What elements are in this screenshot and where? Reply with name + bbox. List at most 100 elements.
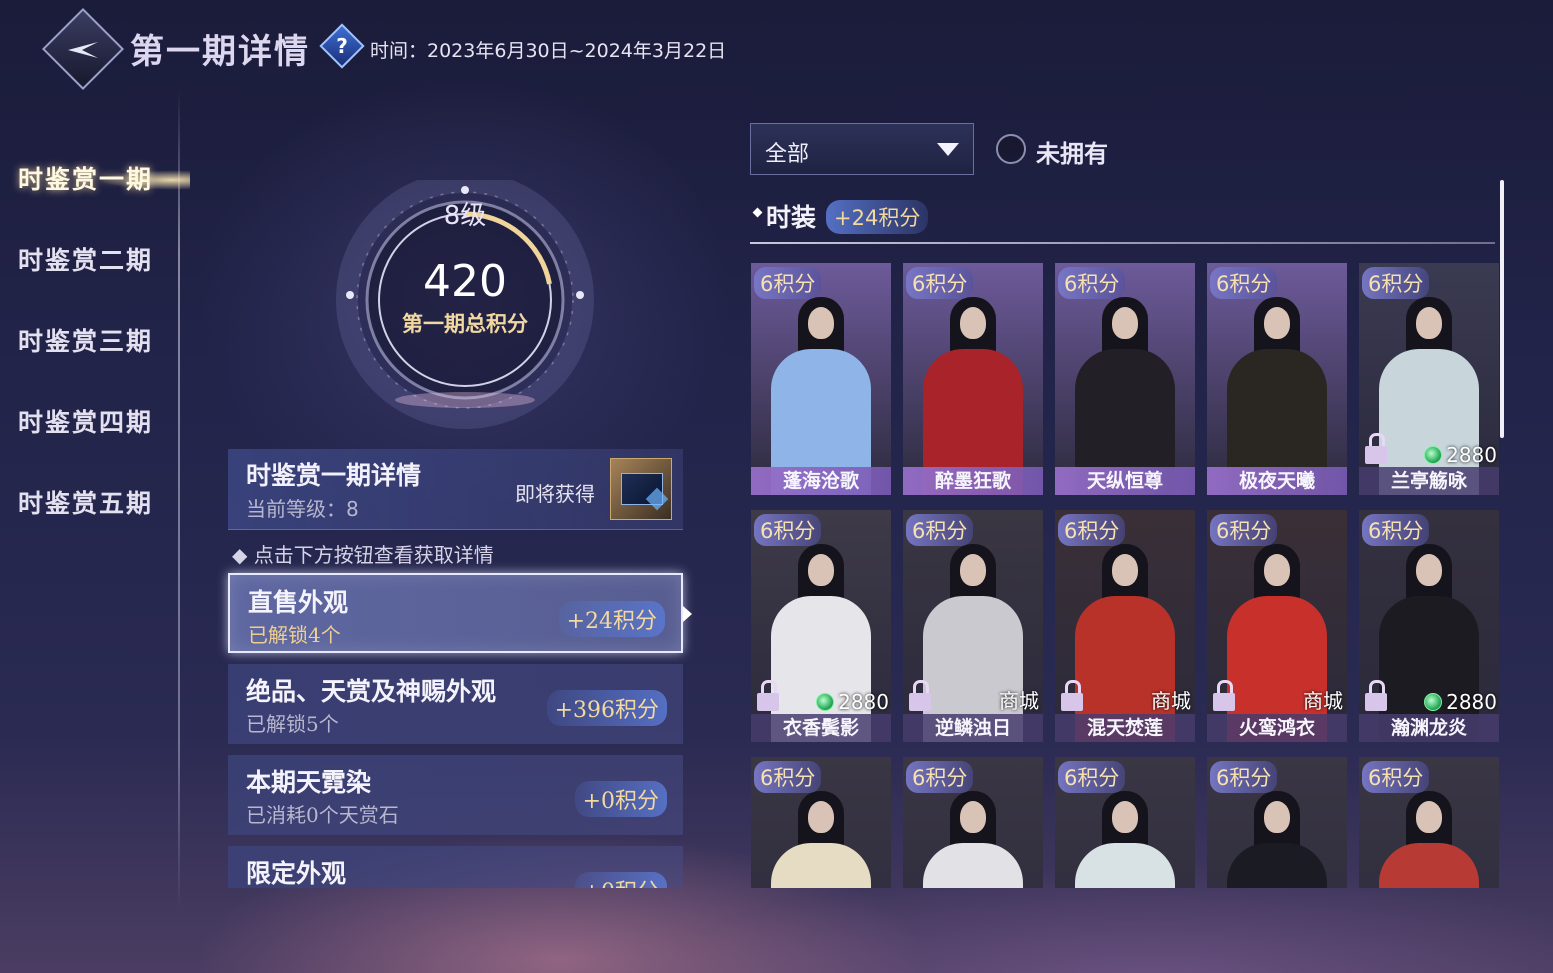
category-points-badge: +396积分 [546,690,667,726]
back-button[interactable] [41,7,125,91]
help-icon[interactable]: ? [319,23,365,69]
period-detail-level: 当前等级：8 [246,497,359,521]
unowned-radio[interactable] [996,134,1026,164]
active-category-arrow-icon [683,606,692,622]
category-title: 直售外观 [248,588,349,617]
jade-currency-icon [1424,446,1443,464]
outfit-card[interactable]: 6积分 商城 逆鳞浊日 [903,510,1043,742]
outfit-points-badge: 6积分 [906,761,974,793]
jade-currency-icon [1424,693,1443,711]
section-points-badge: +24积分 [826,200,929,234]
scrollbar[interactable] [1500,180,1504,438]
time-range-label: 时间：2023年6月30日~2024年3月22日 [370,40,727,62]
lock-icon [909,680,931,712]
outfit-points-badge: 6积分 [1362,267,1430,299]
outfit-card[interactable]: 6积分 [751,757,891,888]
sidebar-item-period-4[interactable]: 时鉴赏四期 [18,403,153,439]
outfit-points-badge: 6积分 [754,514,822,546]
category-points-badge: +24积分 [558,601,665,637]
outfit-points-badge: 6积分 [906,514,974,546]
outfit-points-badge: 6积分 [1058,267,1126,299]
outfit-points-badge: 6积分 [1058,514,1126,546]
section-divider [750,242,1495,244]
category-premium-outfits[interactable]: 绝品、天赏及神赐外观 已解锁5个 +396积分 [228,664,683,744]
outfit-name: 醉墨狂歌 [903,467,1043,495]
outfit-price: 2880 [1424,443,1497,467]
page-title: 第一期详情 [130,32,310,72]
outfit-name: 瀚渊龙炎 [1359,714,1499,742]
outfit-name: 蓬海沧歌 [751,467,891,495]
lock-icon [757,680,779,712]
outfit-name: 衣香鬓影 [751,714,891,742]
help-icon-glyph: ? [336,34,348,58]
filter-selected-value: 全部 [765,142,810,167]
section-bullet [752,207,763,218]
outfit-source-shop: 商城 [1303,689,1343,713]
outfit-card[interactable]: 6积分 2880 衣香鬓影 [751,510,891,742]
section-title: 时装 [766,203,817,232]
outfit-card[interactable]: 6积分 2880 兰亭觞咏 [1359,263,1499,495]
hint-label: 点击下方按钮查看获取详情 [253,543,494,567]
category-dye[interactable]: 本期天霓染 已消耗0个天赏石 +0积分 [228,755,683,835]
outfit-name: 天纵恒尊 [1055,467,1195,495]
unowned-label[interactable]: 未拥有 [1036,134,1108,169]
outfit-points-badge: 6积分 [1058,761,1126,793]
upcoming-reward-label: 即将获得 [515,482,595,506]
outfit-price-value: 2880 [838,690,889,714]
lock-icon [1365,680,1387,712]
chevron-down-icon [937,143,959,156]
outfit-price: 2880 [1424,690,1497,714]
outfit-points-badge: 6积分 [754,267,822,299]
outfit-card[interactable]: 6积分蓬海沧歌 [751,263,891,495]
category-points-badge: +0积分 [574,781,667,817]
category-subtitle: 已解锁4个 [248,623,341,647]
outfit-card[interactable]: 6积分极夜天曦 [1207,263,1347,495]
outfit-name: 火鸾鸿衣 [1207,714,1347,742]
back-arrow-icon [68,42,98,58]
sidebar-item-period-5[interactable]: 时鉴赏五期 [18,484,153,520]
outfit-card[interactable]: 6积分 2880 瀚渊龙炎 [1359,510,1499,742]
outfit-points-badge: 6积分 [1210,761,1278,793]
total-score-label: 第一期总积分 [402,311,528,336]
lock-icon [1061,680,1083,712]
lock-icon [1213,680,1235,712]
outfit-card[interactable]: 6积分 [1359,757,1499,888]
category-subtitle: 已解锁5个 [246,712,339,736]
period-detail-title: 时鉴赏一期详情 [246,461,422,490]
outfit-points-badge: 6积分 [1362,761,1430,793]
outfit-points-badge: 6积分 [906,267,974,299]
category-limited[interactable]: 限定外观 +0积分 [228,846,683,888]
sidebar-item-period-3[interactable]: 时鉴赏三期 [18,322,153,358]
outfit-card[interactable]: 6积分 [1055,757,1195,888]
outfit-points-badge: 6积分 [754,761,822,793]
sidebar-divider [178,90,180,910]
outfit-grid: 6积分 蓬海沧歌 6积分 醉墨狂歌 6积分 天纵恒尊 6积分 极夜天曦 6积分 2880 兰亭觞咏 6… [751,263,1499,888]
current-level: 8级 [443,201,487,231]
category-subtitle: 已消耗0个天赏石 [246,803,399,827]
outfit-name: 兰亭觞咏 [1359,467,1499,495]
category-title: 本期天霓染 [246,768,372,797]
category-title: 限定外观 [246,859,347,888]
outfit-card[interactable]: 6积分 [1207,757,1347,888]
jade-currency-icon [816,693,835,711]
outfit-card[interactable]: 6积分 商城 混天焚莲 [1055,510,1195,742]
sidebar-item-period-1[interactable]: 时鉴赏一期 [18,160,153,196]
outfit-name: 混天焚莲 [1055,714,1195,742]
sidebar-item-period-2[interactable]: 时鉴赏二期 [18,241,153,277]
category-direct-sale[interactable]: 直售外观 已解锁4个 +24积分 [228,573,683,653]
category-points-badge: +0积分 [574,872,667,888]
category-title: 绝品、天赏及神赐外观 [246,677,497,706]
outfit-card[interactable]: 6积分商城 火鸾鸿衣 [1207,510,1347,742]
outfit-card[interactable]: 6积分 [903,757,1043,888]
outfit-points-badge: 6积分 [1210,267,1278,299]
total-score: 420 [423,256,507,307]
hint-text: ◆ 点击下方按钮查看获取详情 [232,543,494,567]
outfit-card[interactable]: 6积分醉墨狂歌 [903,263,1043,495]
outfit-points-badge: 6积分 [1210,514,1278,546]
filter-dropdown[interactable]: 全部 [750,123,974,175]
outfit-price-value: 2880 [1446,690,1497,714]
outfit-name: 极夜天曦 [1207,467,1347,495]
upcoming-reward-item-icon[interactable] [610,458,672,520]
outfit-card[interactable]: 6积分天纵恒尊 [1055,263,1195,495]
outfit-price: 2880 [816,690,889,714]
